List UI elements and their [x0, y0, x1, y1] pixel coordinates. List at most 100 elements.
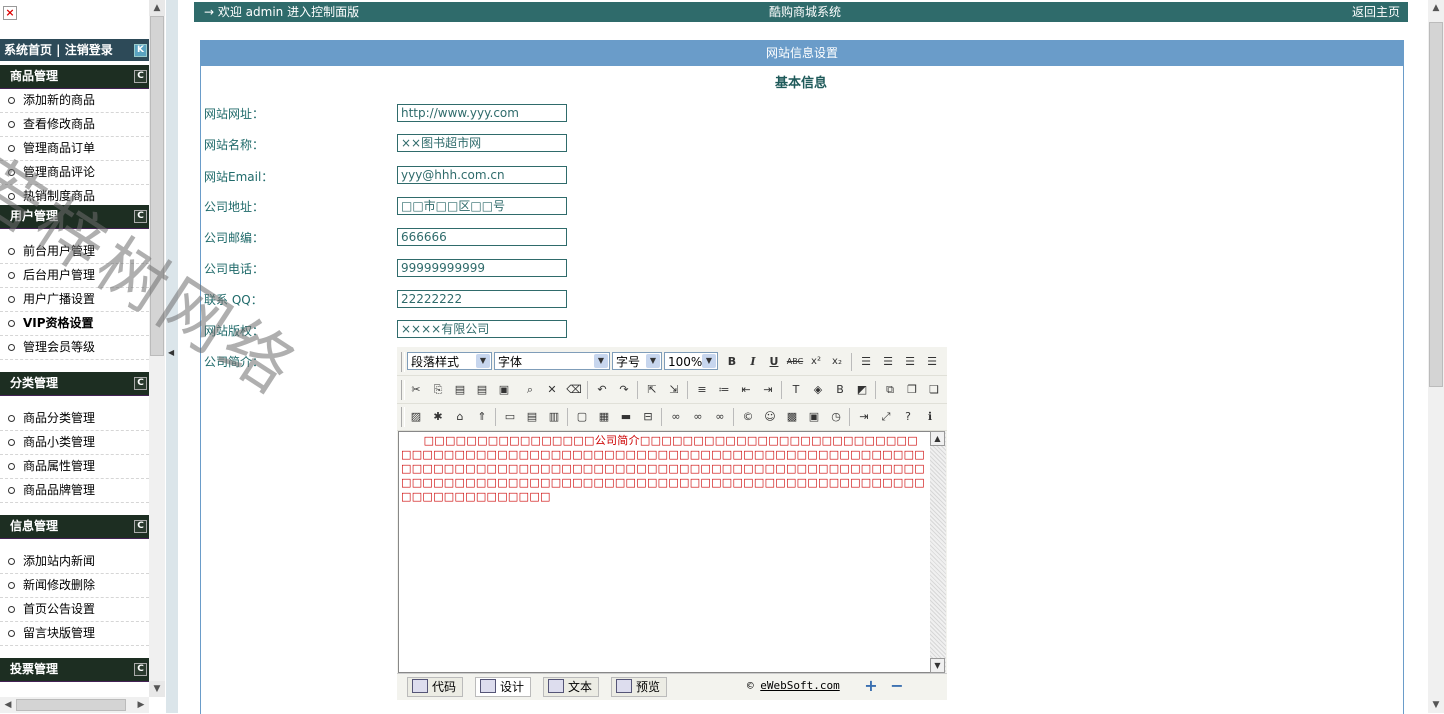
bring-forward-icon[interactable]: ❐: [903, 381, 921, 399]
home-logout-bar[interactable]: 系统首页 | 注销登录 K: [0, 39, 149, 61]
site-name-input[interactable]: [397, 134, 567, 152]
collapse-toggle-icon[interactable]: C: [134, 520, 147, 533]
sidebar-item-add-news[interactable]: 添加站内新闻: [0, 550, 149, 574]
background-color-icon[interactable]: B: [831, 381, 849, 399]
strikethrough-icon[interactable]: ABC: [786, 353, 804, 371]
maximize-icon[interactable]: ⤢: [877, 408, 895, 426]
sidebar-vertical-scrollbar[interactable]: ▲ ▼: [149, 0, 165, 697]
sidebar-item-label[interactable]: 热销制度商品: [23, 189, 95, 203]
undo-icon[interactable]: ↶: [593, 381, 611, 399]
scroll-up-icon[interactable]: ▲: [930, 431, 945, 446]
collapse-toggle-icon[interactable]: C: [134, 663, 147, 676]
align-center-icon[interactable]: ☰: [879, 353, 897, 371]
dropdown-arrow-icon[interactable]: ▼: [476, 354, 490, 368]
frame-splitter[interactable]: ◀: [166, 0, 178, 713]
sidebar-item-notice[interactable]: 首页公告设置: [0, 598, 149, 622]
sidebar-item-label[interactable]: 新闻修改删除: [23, 578, 95, 592]
cut-icon[interactable]: ✂: [407, 381, 425, 399]
select-all-icon[interactable]: ⇱: [643, 381, 661, 399]
collapse-arrow-icon[interactable]: ◀: [168, 348, 174, 357]
anchor-icon[interactable]: ∞: [711, 408, 729, 426]
sidebar-item-label[interactable]: 管理商品订单: [23, 141, 95, 155]
tab-design[interactable]: 设计: [475, 677, 532, 697]
sidebar-item-label[interactable]: 商品属性管理: [23, 459, 95, 473]
date-icon[interactable]: ▣: [805, 408, 823, 426]
home-link[interactable]: 返回主页: [1352, 2, 1400, 22]
text-color-icon[interactable]: T: [787, 381, 805, 399]
ordered-list-icon[interactable]: ≡: [693, 381, 711, 399]
sidebar-item-label[interactable]: 后台用户管理: [23, 268, 95, 282]
copyright-input[interactable]: [397, 320, 567, 338]
dropdown-arrow-icon[interactable]: ▼: [702, 354, 716, 368]
sidebar-item-vip[interactable]: VIP资格设置: [0, 312, 149, 336]
scroll-thumb[interactable]: [150, 16, 164, 356]
align-right-icon[interactable]: ☰: [901, 353, 919, 371]
send-backward-icon[interactable]: ❏: [925, 381, 943, 399]
ewebsoft-link[interactable]: eWebSoft.com: [760, 679, 839, 692]
tab-label[interactable]: 设计: [500, 680, 524, 694]
font-family-select[interactable]: 字体 ▼: [494, 352, 610, 370]
home-logout-text[interactable]: 系统首页 | 注销登录: [0, 43, 113, 57]
section-header[interactable]: 投票管理 C: [0, 658, 149, 682]
sidebar-item-brands[interactable]: 商品品牌管理: [0, 479, 149, 503]
sidebar-item-label[interactable]: 首页公告设置: [23, 602, 95, 616]
zoom-select[interactable]: 100% ▼: [664, 352, 718, 370]
insert-column-icon[interactable]: ▥: [545, 408, 563, 426]
superscript-icon[interactable]: x²: [807, 353, 825, 371]
unselect-icon[interactable]: ⇲: [665, 381, 683, 399]
editor-vertical-scrollbar[interactable]: ▲ ▼: [930, 431, 946, 673]
copy-icon[interactable]: ⎘: [429, 381, 447, 399]
company-address-input[interactable]: [397, 197, 567, 215]
insert-table-icon[interactable]: ▭: [501, 408, 519, 426]
tab-label[interactable]: 代码: [432, 680, 456, 694]
sidebar-item-edit-news[interactable]: 新闻修改删除: [0, 574, 149, 598]
sidebar-item-label[interactable]: 管理会员等级: [23, 340, 95, 354]
phone-input[interactable]: [397, 259, 567, 277]
sidebar-item-add-goods[interactable]: 添加新的商品: [0, 89, 149, 113]
postcode-input[interactable]: [397, 228, 567, 246]
marquee-icon[interactable]: ⊟: [639, 408, 657, 426]
excel-icon[interactable]: ▩: [783, 408, 801, 426]
sidebar-horizontal-scrollbar[interactable]: ◀ ▶: [0, 697, 149, 713]
sidebar-item-comments[interactable]: 管理商品评论: [0, 161, 149, 185]
qq-input[interactable]: [397, 290, 567, 308]
horizontal-rule-icon[interactable]: ▬: [617, 408, 635, 426]
scroll-thumb[interactable]: [1429, 22, 1443, 387]
sidebar-item-label[interactable]: 前台用户管理: [23, 244, 95, 258]
insert-link-icon[interactable]: ∞: [667, 408, 685, 426]
paragraph-style-select[interactable]: 段落样式 ▼: [407, 352, 492, 370]
outdent-icon[interactable]: ⇤: [737, 381, 755, 399]
sidebar-item-label[interactable]: 商品品牌管理: [23, 483, 95, 497]
tab-text[interactable]: 文本: [543, 677, 600, 697]
help-icon[interactable]: ?: [899, 408, 917, 426]
find-icon[interactable]: ⌕: [521, 381, 539, 399]
sidebar-item-broadcast[interactable]: 用户广播设置: [0, 288, 149, 312]
sidebar-item-label[interactable]: 管理商品评论: [23, 165, 95, 179]
fieldset-icon[interactable]: ▢: [573, 408, 591, 426]
sidebar-item-category[interactable]: 商品分类管理: [0, 407, 149, 431]
scroll-up-icon[interactable]: ▲: [149, 0, 165, 16]
section-header[interactable]: 分类管理 C: [0, 372, 149, 396]
underline-icon[interactable]: U: [765, 353, 783, 371]
sidebar-item-label[interactable]: 查看修改商品: [23, 117, 95, 131]
collapse-toggle-icon[interactable]: C: [134, 210, 147, 223]
bold-icon[interactable]: B: [723, 353, 741, 371]
delete-icon[interactable]: ✕: [543, 381, 561, 399]
scroll-thumb[interactable]: [16, 699, 126, 711]
sidebar-item-member-level[interactable]: 管理会员等级: [0, 336, 149, 360]
dropdown-arrow-icon[interactable]: ▼: [646, 354, 660, 368]
sidebar-item-label[interactable]: 商品小类管理: [23, 435, 95, 449]
redo-icon[interactable]: ↷: [615, 381, 633, 399]
emoticon-icon[interactable]: ☺: [761, 408, 779, 426]
subscript-icon[interactable]: x₂: [828, 353, 846, 371]
collapse-toggle-icon[interactable]: C: [134, 70, 147, 83]
shrink-editor-icon[interactable]: −: [889, 678, 905, 694]
insert-file-icon[interactable]: ⇑: [473, 408, 491, 426]
align-justify-icon[interactable]: ☰: [923, 353, 941, 371]
sidebar-item-front-users[interactable]: 前台用户管理: [0, 240, 149, 264]
sidebar-item-label[interactable]: VIP资格设置: [23, 316, 94, 330]
sidebar-item-orders[interactable]: 管理商品订单: [0, 137, 149, 161]
tab-label[interactable]: 文本: [568, 680, 592, 694]
sidebar-item-attributes[interactable]: 商品属性管理: [0, 455, 149, 479]
unordered-list-icon[interactable]: ≔: [715, 381, 733, 399]
